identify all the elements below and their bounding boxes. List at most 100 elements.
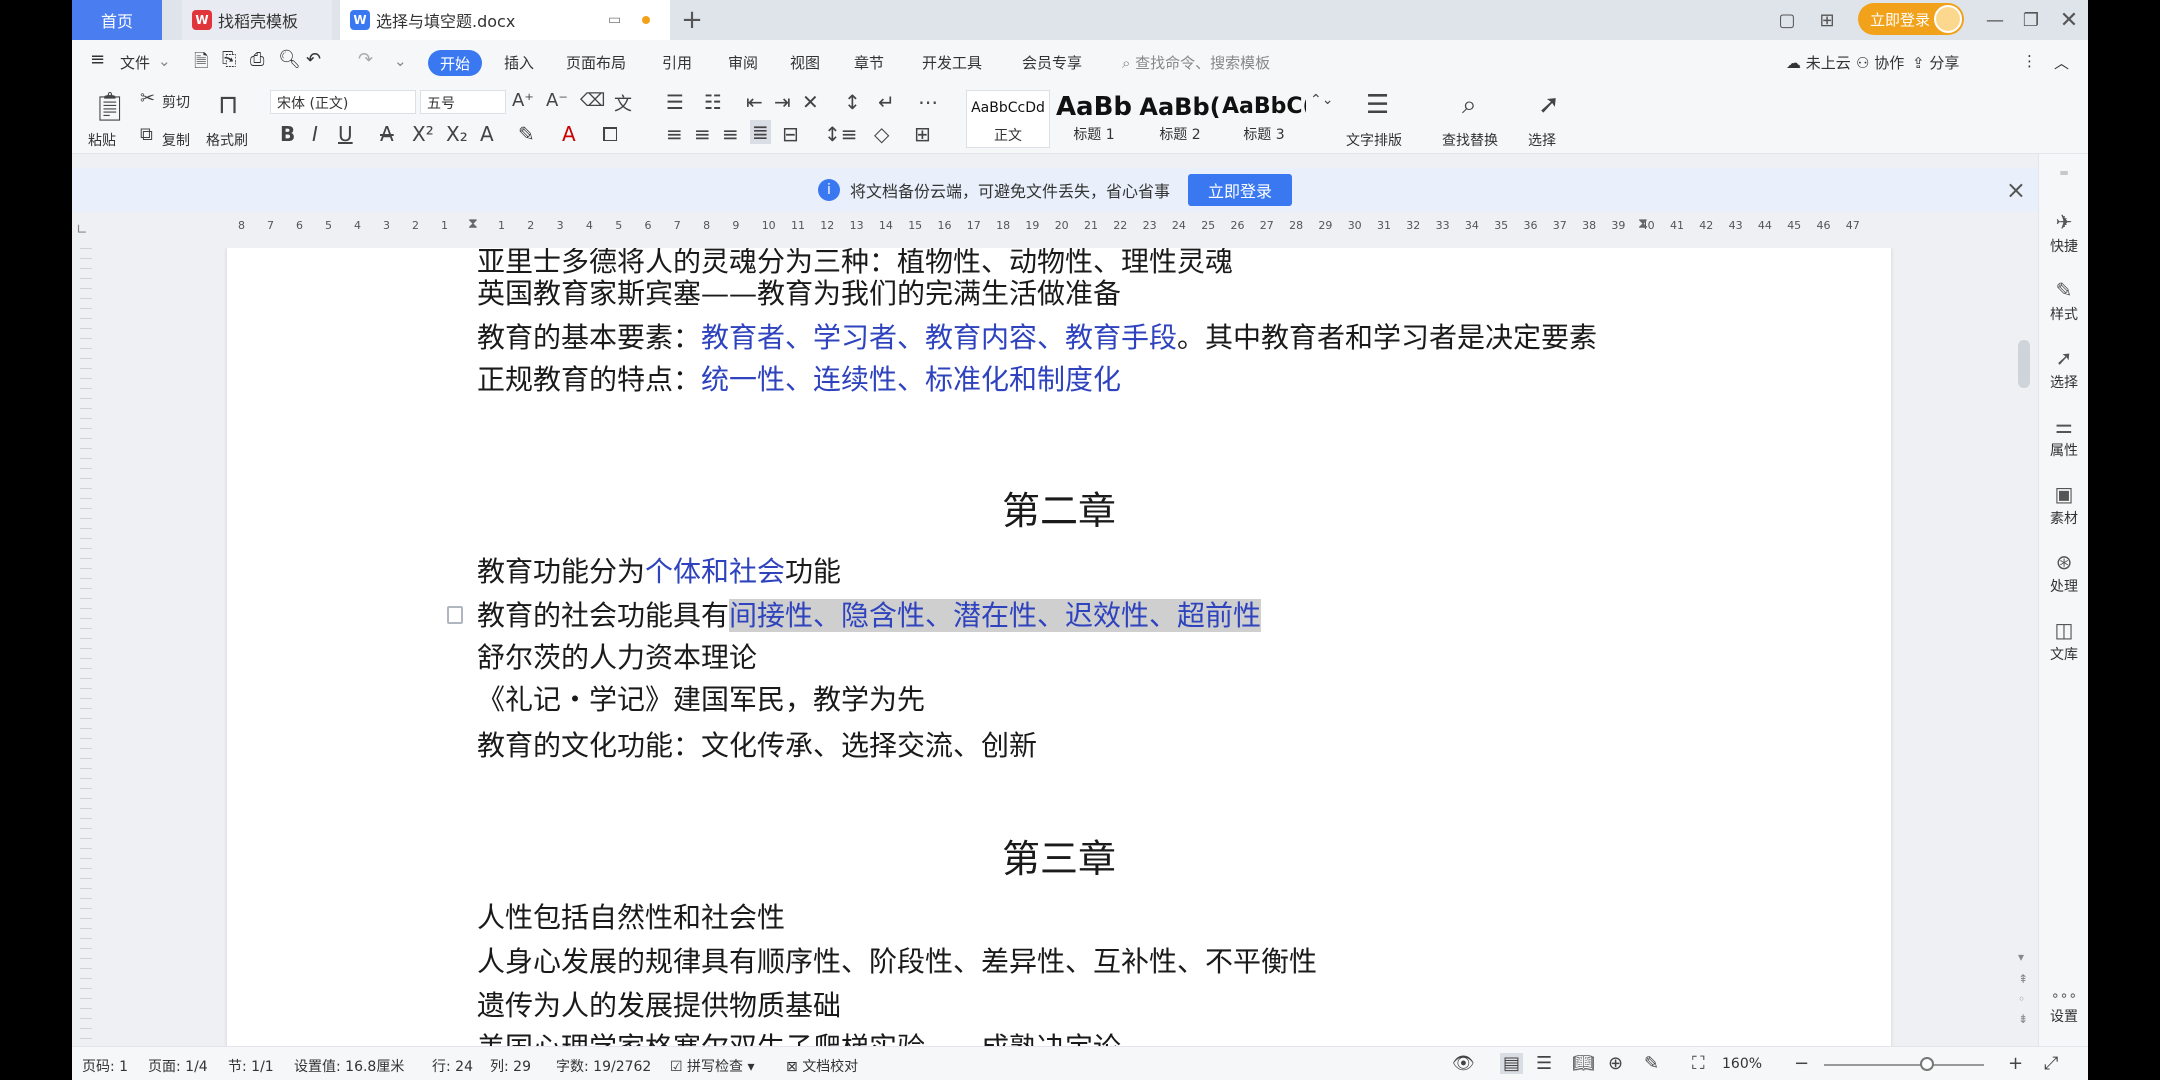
tab-template[interactable]: W 找稻壳模板 bbox=[182, 0, 332, 40]
doc-line[interactable]: 教育的社会功能具有间接性、隐含性、潜在性、迟效性、超前性 bbox=[477, 598, 1262, 634]
chinese-layout-icon[interactable]: ✕ bbox=[802, 90, 819, 114]
doc-line[interactable]: 英国教育家斯宾塞——教育为我们的完满生活做准备 bbox=[477, 276, 1121, 312]
command-search[interactable]: ⌕ 查找命令、搜索模板 bbox=[1122, 52, 1270, 73]
tab-stop-icon[interactable]: ∟ bbox=[76, 222, 88, 238]
login-button[interactable]: 立即登录 bbox=[1858, 3, 1964, 35]
cloud-status[interactable]: ☁ 未上云 bbox=[1786, 52, 1851, 73]
text-effect-icon[interactable]: A bbox=[480, 122, 494, 146]
zoom-slider[interactable] bbox=[1824, 1064, 1984, 1066]
apps-grid-icon[interactable]: ⊞ bbox=[1814, 8, 1840, 32]
next-page-icon[interactable]: ⇟ bbox=[2018, 1012, 2028, 1026]
vertical-ruler[interactable] bbox=[72, 248, 102, 1046]
status-pages[interactable]: 页面: 1/4 bbox=[148, 1056, 208, 1076]
align-left-icon[interactable]: ≡ bbox=[666, 122, 683, 146]
panel-properties[interactable]: ⚌ 属性 bbox=[2039, 414, 2088, 460]
increase-indent-icon[interactable]: ⇥ bbox=[774, 90, 791, 114]
copy-icon[interactable]: ⧉ bbox=[140, 124, 153, 145]
zoom-slider-thumb[interactable] bbox=[1920, 1057, 1934, 1071]
panel-settings[interactable]: ∘∘∘ 设置 bbox=[2039, 988, 2088, 1026]
char-border-icon[interactable]: ⧠ bbox=[602, 122, 618, 146]
panel-quick[interactable]: ✈ 快捷 bbox=[2039, 210, 2088, 256]
italic-icon[interactable]: I bbox=[312, 122, 318, 146]
doc-line[interactable]: 舒尔茨的人力资本理论 bbox=[477, 640, 757, 676]
indent-marker-icon[interactable]: ⧗ bbox=[468, 216, 478, 232]
panel-assets[interactable]: ▣ 素材 bbox=[2039, 482, 2088, 528]
monitor-icon[interactable]: ▭ bbox=[608, 12, 621, 28]
save-icon[interactable]: 🗎 bbox=[194, 49, 208, 79]
zoom-out-icon[interactable]: − bbox=[1794, 1053, 1809, 1074]
new-tab-button[interactable]: + bbox=[672, 0, 712, 40]
tabs-icon[interactable]: ⋯ bbox=[918, 90, 938, 114]
menu-page-layout[interactable]: 页面布局 bbox=[566, 52, 626, 73]
text-layout-button[interactable]: 文字排版 bbox=[1346, 130, 1402, 150]
status-word-count[interactable]: 字数: 19/2762 bbox=[556, 1056, 651, 1076]
style-heading-2[interactable]: AaBb( 标题 2 bbox=[1138, 90, 1222, 148]
doc-line[interactable]: 人身心发展的规律具有顺序性、阶段性、差异性、互补性、不平衡性 bbox=[477, 944, 1317, 980]
chevron-down-icon[interactable]: ⌄ bbox=[158, 52, 171, 70]
prev-page-icon[interactable]: ⇞ bbox=[2018, 972, 2028, 986]
close-icon[interactable]: ✕ bbox=[2056, 8, 2082, 33]
cut-button[interactable]: 剪切 bbox=[162, 92, 190, 112]
scrollbar-thumb[interactable] bbox=[2018, 340, 2030, 388]
eye-protection-icon[interactable]: 👁︎ bbox=[1452, 1053, 1475, 1074]
font-size-select[interactable]: 五号 bbox=[420, 90, 506, 114]
window-layout-icon[interactable]: ▢ bbox=[1774, 8, 1800, 32]
right-indent-marker-icon[interactable]: ⧗ bbox=[1638, 216, 1648, 232]
paragraph-handle-icon[interactable] bbox=[447, 606, 463, 624]
shading-icon[interactable]: ◇ bbox=[874, 122, 889, 146]
menu-review[interactable]: 审阅 bbox=[728, 52, 758, 73]
distribute-icon[interactable]: ⊟ bbox=[782, 122, 799, 146]
find-replace-icon[interactable]: ⌕ bbox=[1462, 90, 1477, 121]
export-icon[interactable]: ⎘ bbox=[222, 49, 236, 70]
panel-styles[interactable]: ✎ 样式 bbox=[2039, 278, 2088, 324]
doc-line[interactable]: 正规教育的特点：统一性、连续性、标准化和制度化 bbox=[477, 362, 1121, 398]
share-button[interactable]: ⇪ 分享 bbox=[1912, 52, 1959, 73]
preview-icon[interactable]: 🔍︎ bbox=[278, 49, 301, 70]
panel-process[interactable]: ⊛ 处理 bbox=[2039, 550, 2088, 596]
writing-mode-icon[interactable]: ✎ bbox=[1644, 1053, 1659, 1074]
style-normal[interactable]: AaBbCcDd 正文 bbox=[966, 90, 1050, 148]
find-replace-button[interactable]: 查找替换 bbox=[1442, 130, 1498, 150]
spell-check-toggle[interactable]: ☑ 拼写检查 ▾ bbox=[670, 1056, 755, 1076]
line-spacing-icon[interactable]: ↕≡ bbox=[824, 122, 858, 146]
redo-icon[interactable]: ↷ bbox=[358, 49, 373, 70]
menu-insert[interactable]: 插入 bbox=[504, 52, 534, 73]
paste-button[interactable]: 粘贴 bbox=[88, 130, 116, 150]
fullscreen-icon[interactable]: ⤢ bbox=[2044, 1053, 2058, 1074]
paste-icon[interactable]: 📋︎ bbox=[92, 90, 128, 123]
sort-icon[interactable]: ↕ bbox=[844, 90, 861, 114]
minimize-icon[interactable]: — bbox=[1982, 8, 2008, 32]
web-view-icon[interactable]: ⊕ bbox=[1608, 1053, 1623, 1074]
zoom-level[interactable]: 160% bbox=[1722, 1056, 1762, 1072]
scissors-icon[interactable]: ✂ bbox=[140, 88, 155, 109]
superscript-icon[interactable]: X² bbox=[412, 122, 434, 146]
menu-view[interactable]: 视图 bbox=[790, 52, 820, 73]
style-heading-1[interactable]: AaBb 标题 1 bbox=[1052, 90, 1136, 148]
panel-collapse-icon[interactable]: ═ bbox=[2039, 166, 2088, 180]
panel-select[interactable]: ➚ 选择 bbox=[2039, 346, 2088, 392]
panel-library[interactable]: ◫ 文库 bbox=[2039, 618, 2088, 664]
font-color-icon[interactable]: A bbox=[562, 122, 576, 146]
underline-icon[interactable]: U bbox=[338, 122, 353, 146]
status-row[interactable]: 行: 24 bbox=[432, 1056, 473, 1076]
chapter-heading[interactable]: 第三章 bbox=[227, 828, 1891, 883]
tab-document[interactable]: W 选择与填空题.docx ▭ bbox=[340, 0, 670, 40]
fit-page-icon[interactable]: ⛶ bbox=[1692, 1053, 1705, 1074]
shrink-font-icon[interactable]: A⁻ bbox=[546, 90, 568, 111]
phonetic-icon[interactable]: 文 bbox=[614, 90, 632, 116]
menu-chapter[interactable]: 章节 bbox=[854, 52, 884, 73]
format-painter-button[interactable]: 格式刷 bbox=[206, 130, 248, 150]
status-page-number[interactable]: 页码: 1 bbox=[82, 1056, 128, 1076]
restore-icon[interactable]: ❐ bbox=[2018, 8, 2044, 32]
justify-icon[interactable]: ≣ bbox=[750, 120, 771, 144]
align-center-icon[interactable]: ≡ bbox=[694, 122, 711, 146]
styles-scroll-icon[interactable]: ⌃⌄ bbox=[1310, 92, 1333, 108]
highlight-icon[interactable]: ✎ bbox=[518, 122, 535, 146]
format-painter-icon[interactable]: ⊓ bbox=[218, 90, 238, 120]
print-icon[interactable]: ⎙ bbox=[250, 49, 264, 70]
doc-proofread-button[interactable]: ⊠ 文档校对 bbox=[786, 1056, 858, 1076]
menu-file[interactable]: 文件 bbox=[120, 52, 150, 73]
scroll-down-icon[interactable]: ▾ bbox=[2018, 950, 2024, 964]
status-column[interactable]: 列: 29 bbox=[490, 1056, 531, 1076]
numbering-icon[interactable]: ☷ bbox=[704, 90, 722, 114]
